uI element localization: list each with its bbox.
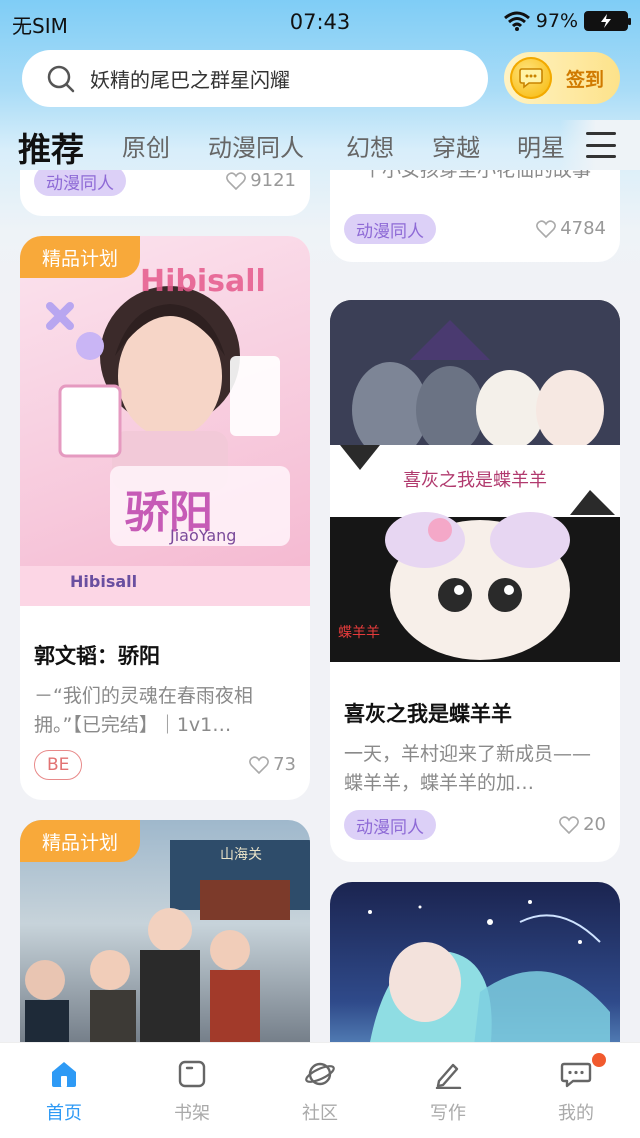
nav-bookshelf[interactable]: 书架	[142, 1059, 242, 1125]
cover-watermark: 蝶羊羊	[338, 625, 380, 641]
status-right: 97%	[503, 10, 631, 32]
checkin-label: 签到	[566, 68, 605, 91]
book-desc: －“我们的灵魂在春雨夜相拥。”【已完结】｜1v1…	[34, 685, 253, 736]
book-tag: BE	[34, 750, 83, 780]
book-tag: 动漫同人	[344, 214, 436, 244]
checkin-button[interactable]: 签到	[504, 52, 620, 104]
likes-number: 9121	[250, 170, 296, 191]
nav-label: 书架	[174, 1103, 210, 1124]
cover-illustration: Hibisall	[20, 264, 310, 606]
planet-icon	[305, 1062, 335, 1086]
checkin-coin-icon	[510, 57, 552, 99]
chat-icon	[560, 1062, 592, 1088]
cover-art-subtext: JiaoYang	[170, 526, 237, 545]
book-card-partial-left[interactable]: 动漫同人 9121	[20, 170, 310, 216]
tab-time-travel[interactable]: 穿越	[432, 128, 480, 163]
book-card-partial-right[interactable]: 一个小女孩穿至小花仙的故事 动漫同人 4784	[330, 170, 620, 262]
search-icon	[47, 65, 75, 92]
nav-label: 首页	[46, 1103, 82, 1124]
book-cover	[330, 882, 620, 1042]
book-title: 喜灰之我是蝶羊羊	[344, 702, 512, 726]
nav-label: 我的	[558, 1103, 594, 1124]
likes-number: 73	[273, 754, 296, 775]
pen-icon	[435, 1063, 462, 1089]
book-desc: 一个小女孩穿至小花仙的故事	[344, 170, 592, 181]
likes-count: 9121	[226, 170, 296, 191]
likes-number: 4784	[560, 218, 606, 239]
tab-recommend[interactable]: 推荐	[18, 123, 84, 170]
notification-dot	[592, 1053, 606, 1067]
heart-icon	[536, 219, 557, 238]
search-input[interactable]: 妖精的尾巴之群星闪耀	[22, 50, 488, 107]
tab-fantasy[interactable]: 幻想	[346, 128, 394, 163]
cover-brand: Hibisall	[70, 572, 138, 591]
wifi-icon	[503, 11, 530, 31]
likes-number: 20	[583, 814, 606, 835]
category-tabs: 推荐 原创 动漫同人 幻想 穿越 明星	[0, 120, 640, 170]
book-card[interactable]: 喜灰之我是蝶羊羊 蝶羊羊 喜灰之我是蝶羊羊 一天，羊村迎来了新成员——蝶羊羊，蝶…	[330, 300, 620, 862]
nav-home[interactable]: 首页	[14, 1059, 114, 1125]
nav-label: 社区	[302, 1103, 338, 1124]
heart-icon	[249, 755, 270, 774]
premium-badge: 精品计划	[20, 820, 140, 862]
book-cover: Hibisall 骄阳 JiaoYang Hibisall	[20, 236, 310, 606]
search-placeholder: 妖精的尾巴之群星闪耀	[90, 68, 290, 92]
book-title: 郭文韬：骄阳	[34, 644, 160, 668]
cover-brand-top: Hibisall	[140, 264, 266, 299]
heart-icon	[226, 171, 247, 190]
book-card[interactable]: Hibisall 骄阳 JiaoYang Hibisall 精品计划 郭文韬：骄…	[20, 236, 310, 800]
premium-badge: 精品计划	[20, 236, 140, 278]
menu-icon[interactable]	[586, 132, 616, 158]
cover-caption: 喜灰之我是蝶羊羊	[403, 470, 547, 491]
book-card[interactable]	[330, 882, 620, 1042]
nav-label: 写作	[430, 1103, 466, 1124]
book-tag: 动漫同人	[344, 810, 436, 840]
tab-celebrity[interactable]: 明星	[517, 128, 565, 163]
battery-percent: 97%	[535, 10, 578, 32]
home-icon	[52, 1062, 76, 1087]
likes-count: 4784	[536, 218, 606, 239]
likes-count: 20	[559, 814, 606, 835]
heart-icon	[559, 815, 580, 834]
nav-write[interactable]: 写作	[398, 1059, 498, 1125]
nav-mine[interactable]: 我的	[526, 1053, 626, 1125]
book-card[interactable]: 山海关 精品计划	[20, 820, 310, 1042]
tab-original[interactable]: 原创	[122, 128, 170, 163]
book-tag: 动漫同人	[34, 170, 126, 196]
book-feed: 动漫同人 9121 一个小女孩穿至小花仙的故事 动漫同人 4784 Hibisa…	[0, 170, 640, 1042]
battery-icon	[584, 11, 631, 31]
cover-illustration	[368, 900, 610, 1042]
likes-count: 73	[249, 754, 296, 775]
bottom-nav: 首页 书架 社区 写作 我的	[0, 1042, 640, 1138]
book-cover: 喜灰之我是蝶羊羊 蝶羊羊	[330, 300, 620, 662]
tab-anime-fanfic[interactable]: 动漫同人	[208, 128, 304, 163]
book-desc: 一天，羊村迎来了新成员——蝶羊羊，蝶羊羊的加…	[344, 743, 592, 794]
bookshelf-icon	[178, 1060, 206, 1088]
status-bar: 无SIM 07:43 97%	[0, 0, 640, 44]
nav-community[interactable]: 社区	[270, 1059, 370, 1125]
cover-sign: 山海关	[220, 847, 262, 863]
